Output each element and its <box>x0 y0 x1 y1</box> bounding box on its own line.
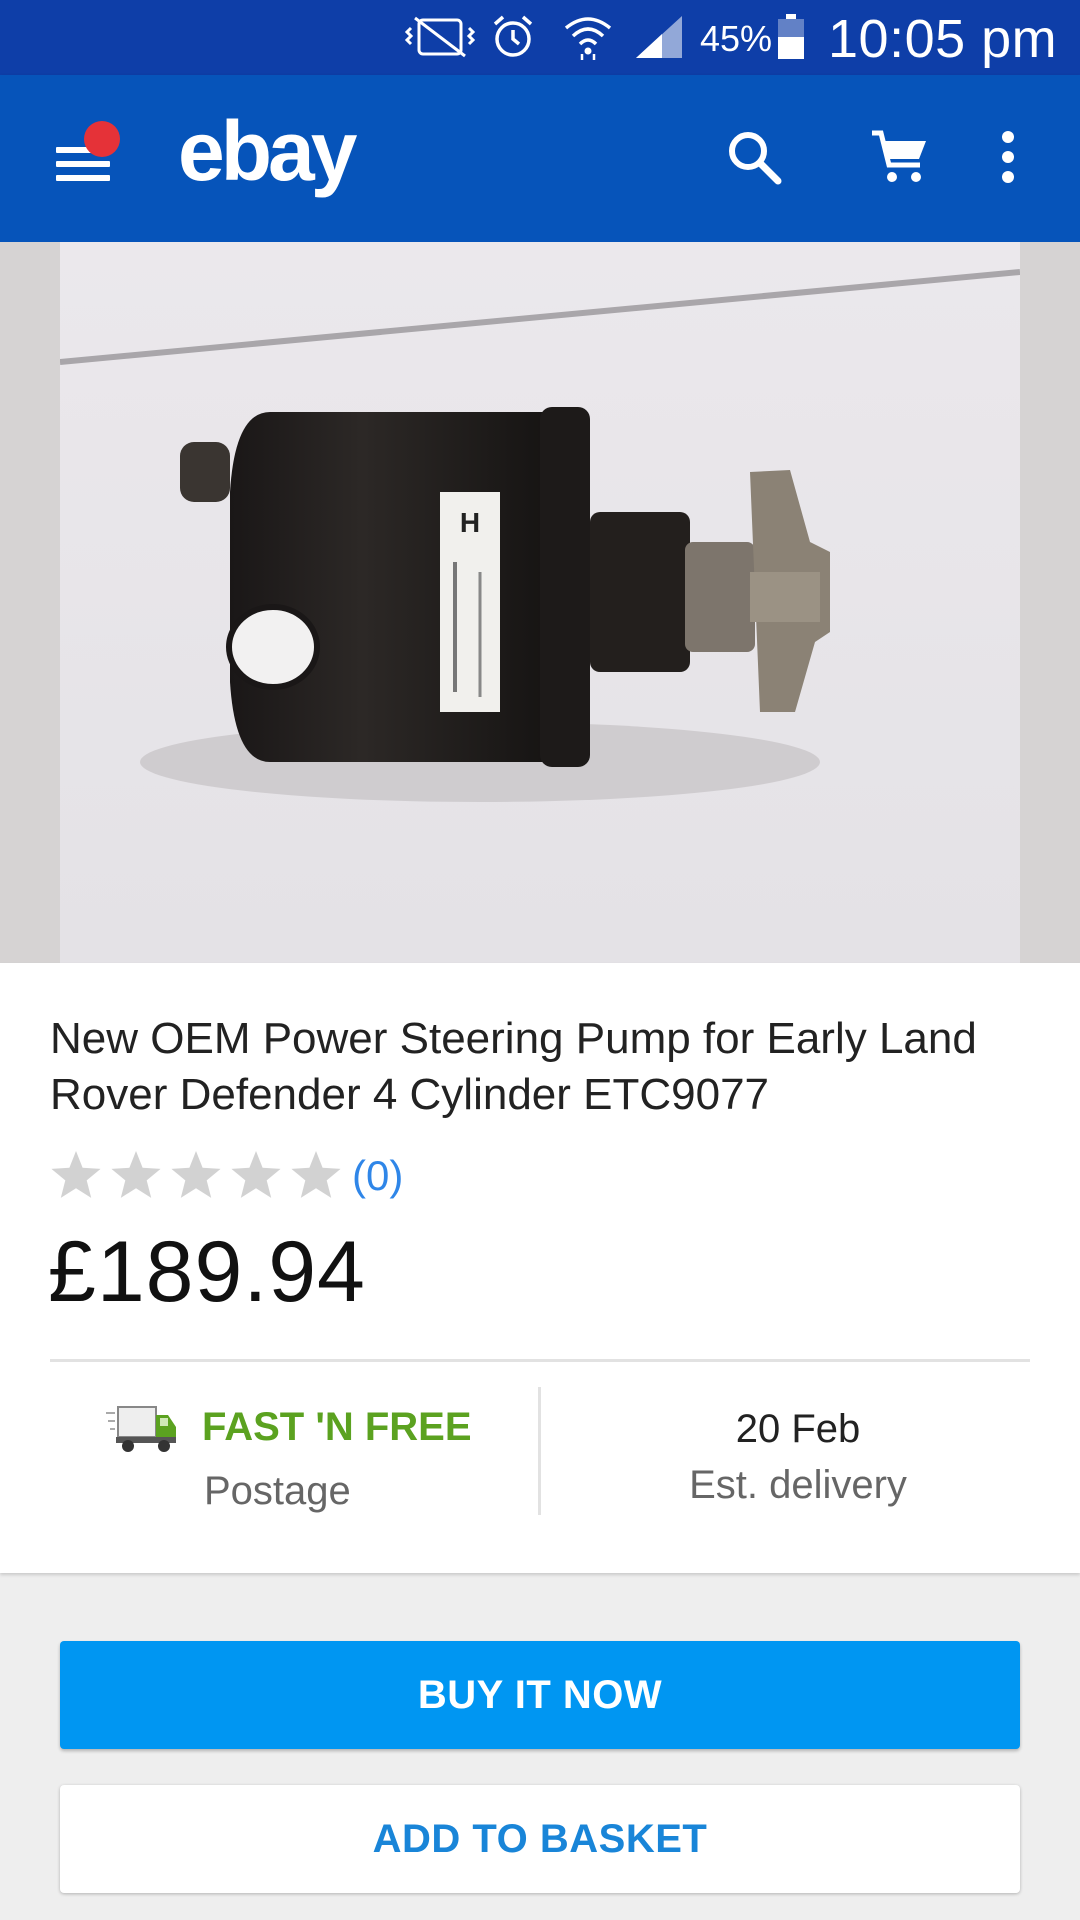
product-photo[interactable]: H <box>59 242 1021 963</box>
svg-text:H: H <box>460 507 480 538</box>
postage-label: Postage <box>204 1469 351 1513</box>
rating-row[interactable]: (0) <box>48 1148 403 1204</box>
vertical-divider <box>538 1387 541 1515</box>
search-icon <box>729 132 782 185</box>
price: £189.94 <box>48 1224 366 1320</box>
star-icon <box>231 1151 281 1198</box>
ebay-logo[interactable]: ebay <box>178 103 357 200</box>
app-bar: ebay <box>0 75 1080 242</box>
more-vert-icon <box>1002 131 1014 183</box>
delivery-info: 20 Feb Est. delivery <box>542 1383 1054 1513</box>
star-icon <box>111 1151 161 1198</box>
signal-icon <box>632 14 686 60</box>
review-count-link[interactable]: (0) <box>352 1152 403 1200</box>
product-image-gallery[interactable]: H <box>0 242 1080 963</box>
mute-vibrate-icon <box>404 14 476 60</box>
truck-icon <box>106 1406 176 1452</box>
star-rating <box>48 1148 344 1204</box>
star-icon <box>171 1151 221 1198</box>
listing-title: New OEM Power Steering Pump for Early La… <box>50 1014 977 1119</box>
cart-button[interactable] <box>858 115 942 199</box>
wifi-icon <box>560 14 616 60</box>
battery-icon <box>776 14 806 60</box>
divider <box>50 1359 1030 1362</box>
clock: 10:05 pm <box>828 9 1058 69</box>
menu-button[interactable] <box>44 115 128 199</box>
delivery-label: Est. delivery <box>689 1463 907 1507</box>
star-icon <box>51 1151 101 1198</box>
fast-n-free-label: FAST 'N FREE <box>202 1405 472 1449</box>
more-options-button[interactable] <box>968 115 1048 199</box>
battery-percent: 45% <box>700 18 773 59</box>
notification-dot <box>84 121 120 157</box>
shipping-info: FAST 'N FREE Postage <box>50 1383 540 1513</box>
delivery-date: 20 Feb <box>735 1407 861 1451</box>
add-to-basket-button[interactable]: ADD TO BASKET <box>60 1785 1020 1893</box>
star-icon <box>291 1151 341 1198</box>
alarm-icon <box>488 14 538 60</box>
listing-details: New OEM Power Steering Pump for Early La… <box>0 963 1080 1573</box>
cart-icon <box>872 130 926 182</box>
search-button[interactable] <box>712 115 796 199</box>
status-bar: 45% 10:05 pm <box>0 0 1080 75</box>
buy-it-now-button[interactable]: BUY IT NOW <box>60 1641 1020 1749</box>
